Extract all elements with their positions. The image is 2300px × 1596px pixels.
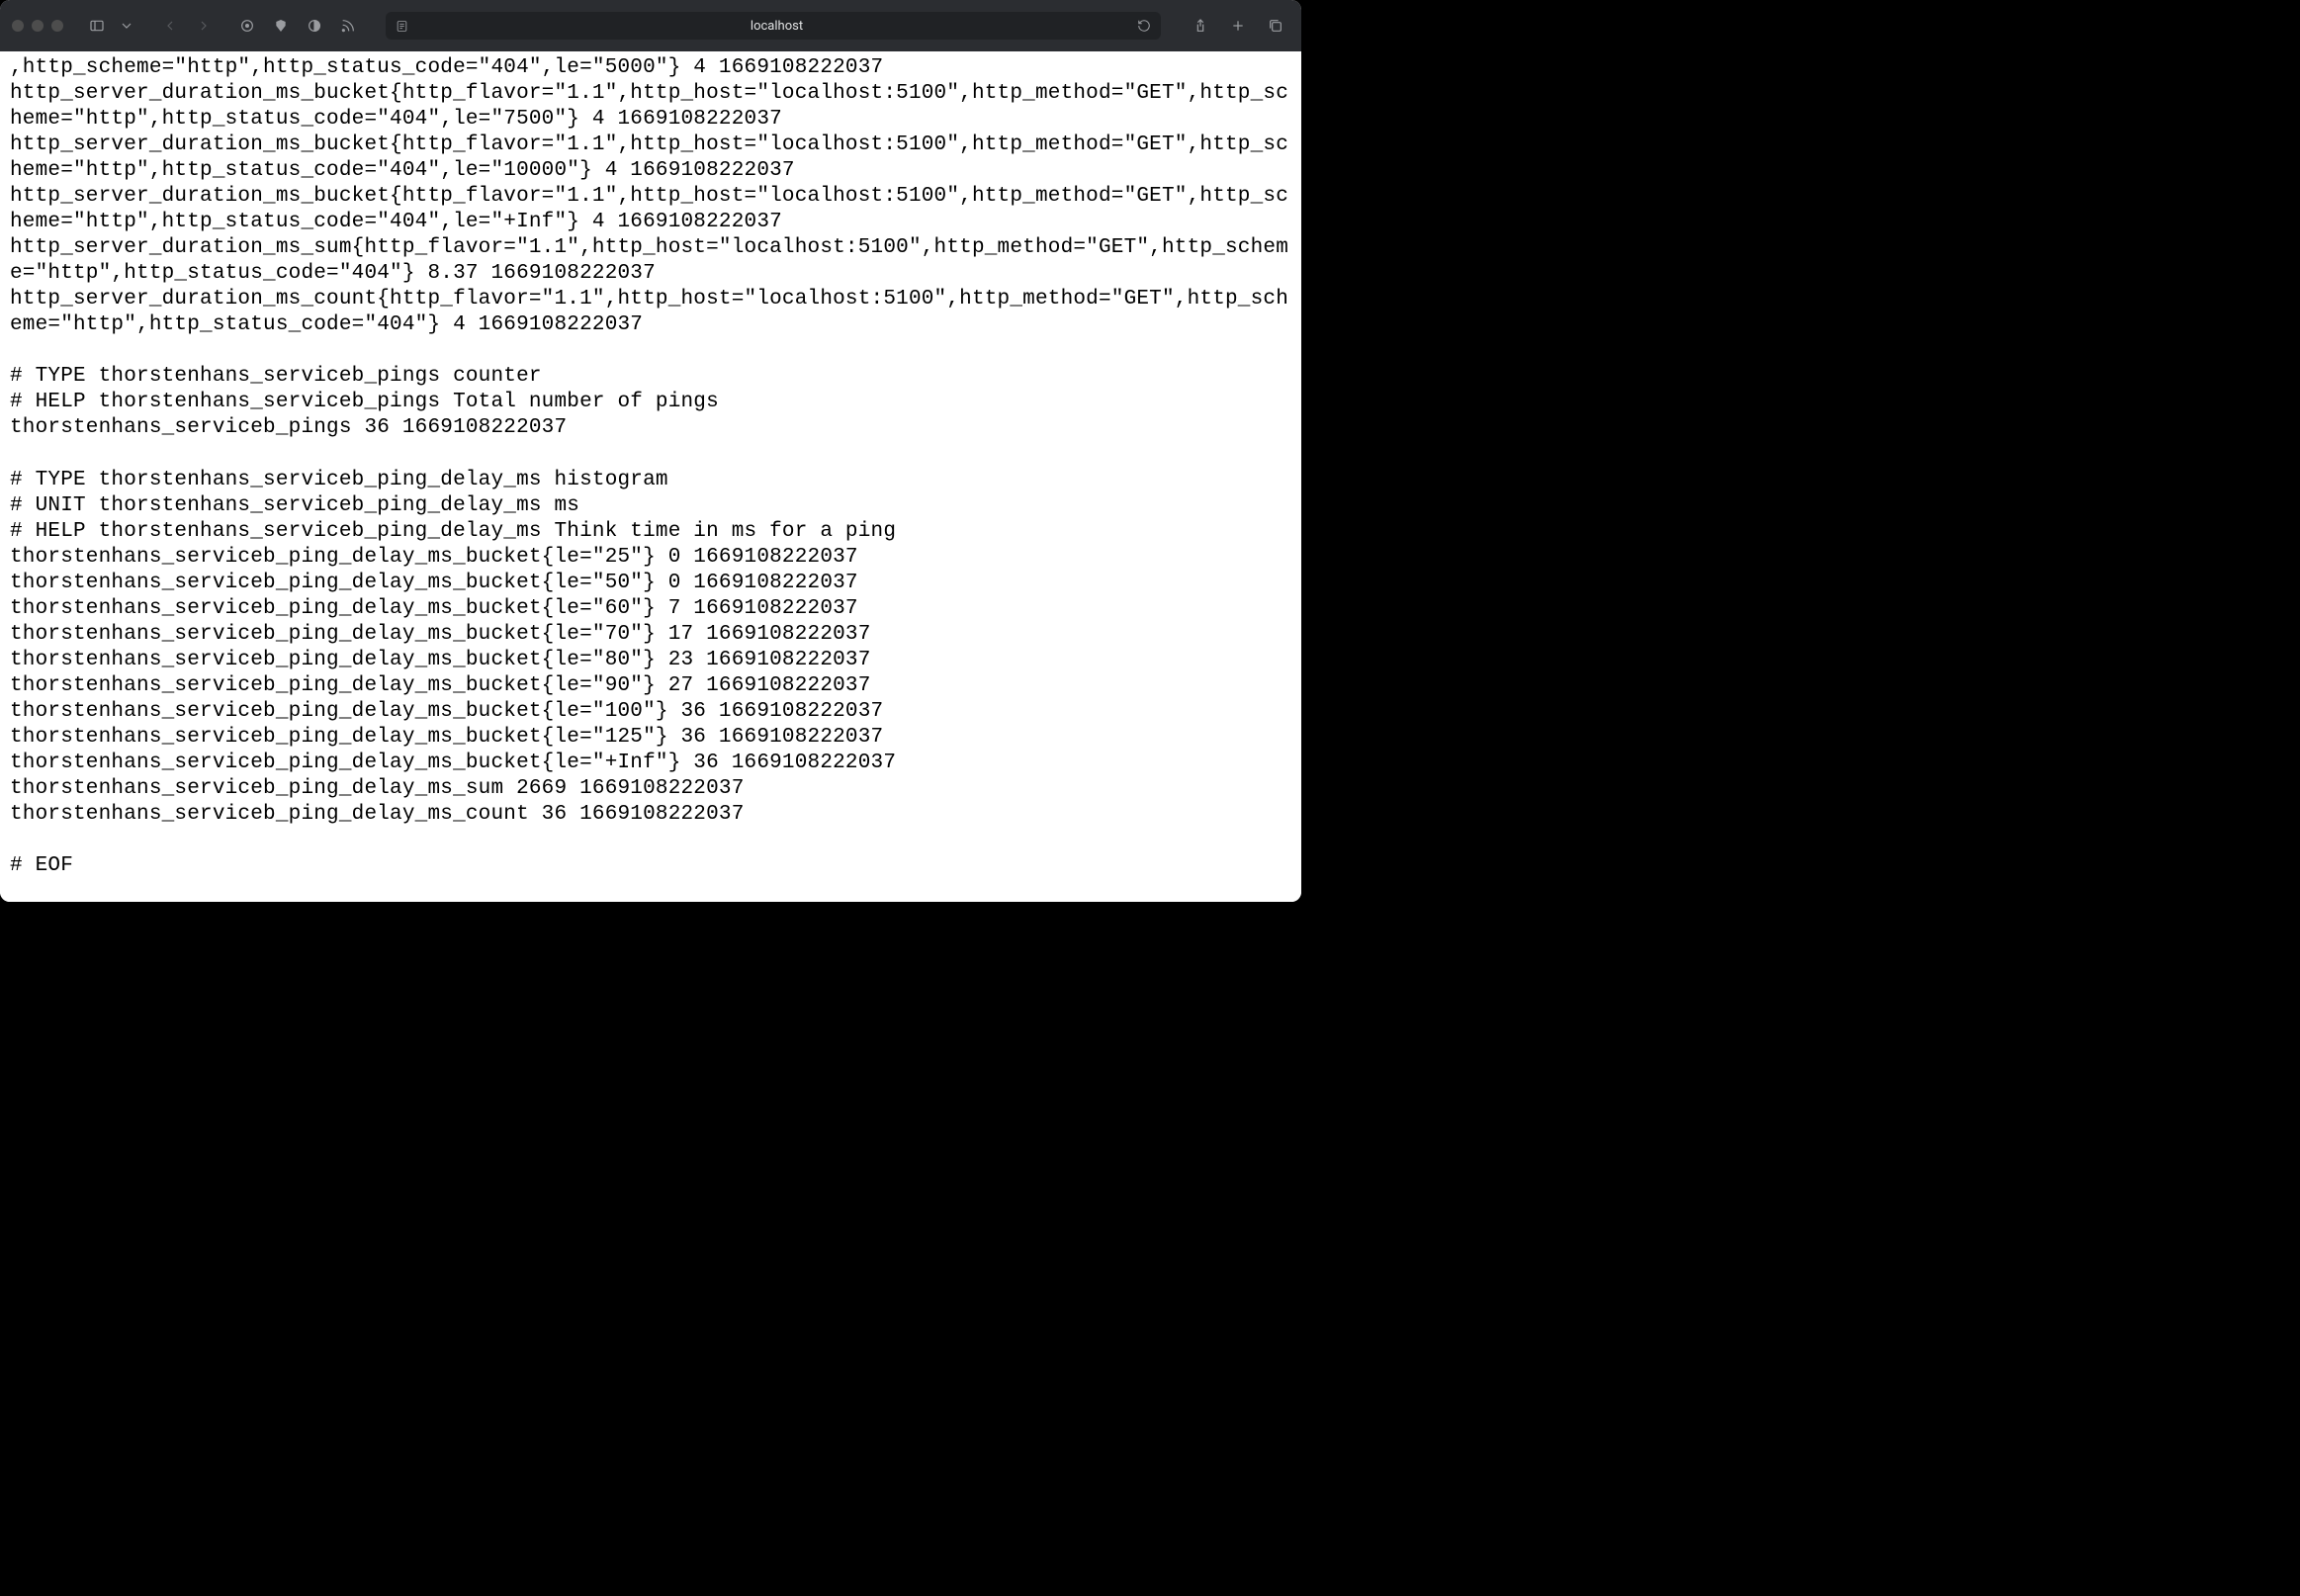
maximize-window-button[interactable] (51, 20, 63, 32)
window-controls (12, 20, 63, 32)
contrast-icon[interactable] (301, 12, 328, 40)
browser-toolbar: localhost (0, 0, 1301, 51)
tabs-overview-button[interactable] (1262, 12, 1289, 40)
address-bar[interactable]: localhost (386, 12, 1161, 40)
rss-icon[interactable] (334, 12, 362, 40)
close-window-button[interactable] (12, 20, 24, 32)
reload-button[interactable] (1137, 19, 1151, 33)
address-text: localhost (416, 19, 1137, 34)
browser-window: localhost ,http_scheme="http",http_statu… (0, 0, 1301, 902)
reader-mode-icon[interactable] (396, 20, 408, 33)
extension-icon[interactable] (233, 12, 261, 40)
sidebar-toggle-button[interactable] (83, 12, 111, 40)
new-tab-button[interactable] (1224, 12, 1252, 40)
minimize-window-button[interactable] (32, 20, 44, 32)
shield-icon[interactable] (267, 12, 295, 40)
share-button[interactable] (1187, 12, 1214, 40)
sidebar-menu-chevron-icon[interactable] (113, 12, 140, 40)
page-content[interactable]: ,http_scheme="http",http_status_code="40… (0, 51, 1301, 902)
metrics-output: ,http_scheme="http",http_status_code="40… (10, 55, 1291, 879)
forward-button[interactable] (190, 12, 218, 40)
back-button[interactable] (156, 12, 184, 40)
